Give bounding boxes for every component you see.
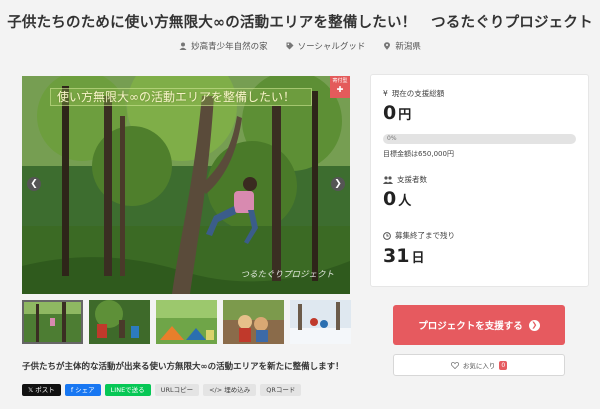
chevron-left-icon: ❮ <box>30 179 38 189</box>
thumbnail-image <box>156 300 217 344</box>
qr-code-button[interactable]: QRコード <box>260 384 302 396</box>
share-line-button[interactable]: LINEで送る <box>104 384 151 396</box>
funding-stats-card: ¥ 現在の支援総額 0円 0% 目標金額は650,000円 支援者数 0人 募集… <box>370 74 589 287</box>
project-meta: 妙高青少年自然の家 ソーシャルグッド 新潟県 <box>0 40 600 52</box>
thumbnail-2[interactable] <box>89 300 150 344</box>
hero-watermark: つるたぐりプロジェクト <box>240 270 334 280</box>
project-summary: 子供たちが主体的な活動が出来る使い方無限大∞の活動エリアを新たに整備します！ <box>22 362 344 372</box>
share-facebook-button[interactable]: f シェア <box>64 384 101 396</box>
favorite-label: お気に入り <box>462 362 496 370</box>
thumbnail-image <box>22 300 83 344</box>
thumbnail-3[interactable] <box>156 300 217 344</box>
thumbnail-4[interactable] <box>223 300 284 344</box>
support-project-button[interactable]: プロジェクトを支援する ❯ <box>393 305 565 345</box>
amount-unit: 円 <box>398 108 412 123</box>
forest-photo <box>22 76 350 294</box>
hero-image: 使い方無限大∞の活動エリアを整備したい！ 寄付型 ✚ つるたぐりプロジェクト <box>22 76 350 294</box>
donation-type-label: 寄付型 <box>332 78 348 84</box>
amount-number: 0 <box>383 102 397 124</box>
tag-icon <box>286 42 294 50</box>
supporters-value: 0人 <box>383 188 411 210</box>
supporters-unit: 人 <box>398 194 412 209</box>
location-name: 新潟県 <box>395 42 421 52</box>
supporters-label-text: 支援者数 <box>397 175 427 184</box>
amount-value: 0円 <box>383 102 411 124</box>
progress-bar: 0% <box>383 134 576 144</box>
location-link[interactable]: 新潟県 <box>383 40 421 52</box>
heart-icon <box>450 361 459 369</box>
user-icon <box>179 42 187 50</box>
thumbnail-image <box>223 300 284 344</box>
thumbnail-1[interactable] <box>22 300 83 344</box>
support-button-label: プロジェクトを支援する <box>418 321 523 332</box>
yen-icon: ¥ <box>383 89 388 98</box>
amount-label: ¥ 現在の支援総額 <box>383 88 444 99</box>
carousel-prev-button[interactable]: ❮ <box>27 177 41 191</box>
share-buttons: 𝕏 ポスト f シェア LINEで送る URLコピー </> 埋め込み QRコー… <box>22 384 302 396</box>
category-link[interactable]: ソーシャルグッド <box>286 40 366 52</box>
project-page: 子供たちのために使い方無限大∞の活動エリアを整備したい！ つるたぐりプロジェクト… <box>0 0 600 409</box>
thumbnail-strip <box>22 300 352 344</box>
category-name: ソーシャルグッド <box>297 42 366 52</box>
supporters-label: 支援者数 <box>383 174 427 185</box>
remaining-label: 募集終了まで残り <box>383 230 455 241</box>
amount-label-text: 現在の支援総額 <box>391 89 445 98</box>
arrow-right-icon: ❯ <box>528 319 540 331</box>
progress-percent: 0% <box>387 135 397 142</box>
chevron-right-icon: ❯ <box>334 179 342 189</box>
remaining-number: 31 <box>383 245 410 267</box>
thumbnail-image <box>290 300 351 344</box>
embed-button[interactable]: </> 埋め込み <box>203 384 257 396</box>
organizer-name: 妙高青少年自然の家 <box>191 42 268 52</box>
goal-amount: 目標金額は650,000円 <box>383 150 454 158</box>
donation-type-icon: ✚ <box>336 85 344 94</box>
users-icon <box>383 175 393 184</box>
carousel-next-button[interactable]: ❯ <box>331 177 345 191</box>
thumbnail-image <box>89 300 150 344</box>
thumbnail-5[interactable] <box>290 300 351 344</box>
hero-banner-text: 使い方無限大∞の活動エリアを整備したい！ <box>50 88 312 106</box>
copy-url-button[interactable]: URLコピー <box>154 384 200 396</box>
organizer-link[interactable]: 妙高青少年自然の家 <box>179 40 268 52</box>
location-pin-icon <box>384 42 391 50</box>
favorite-button[interactable]: お気に入り 0 <box>393 354 565 376</box>
remaining-value: 31 日 <box>383 245 424 267</box>
clock-icon <box>383 231 391 240</box>
favorite-count: 0 <box>499 360 508 370</box>
supporters-number: 0 <box>383 188 397 210</box>
remaining-unit: 日 <box>411 251 425 266</box>
remaining-label-text: 募集終了まで残り <box>395 231 455 240</box>
page-title: 子供たちのために使い方無限大∞の活動エリアを整備したい！ つるたぐりプロジェクト <box>7 15 593 31</box>
share-x-button[interactable]: 𝕏 ポスト <box>22 384 61 396</box>
donation-type-badge: 寄付型 ✚ <box>330 76 350 98</box>
